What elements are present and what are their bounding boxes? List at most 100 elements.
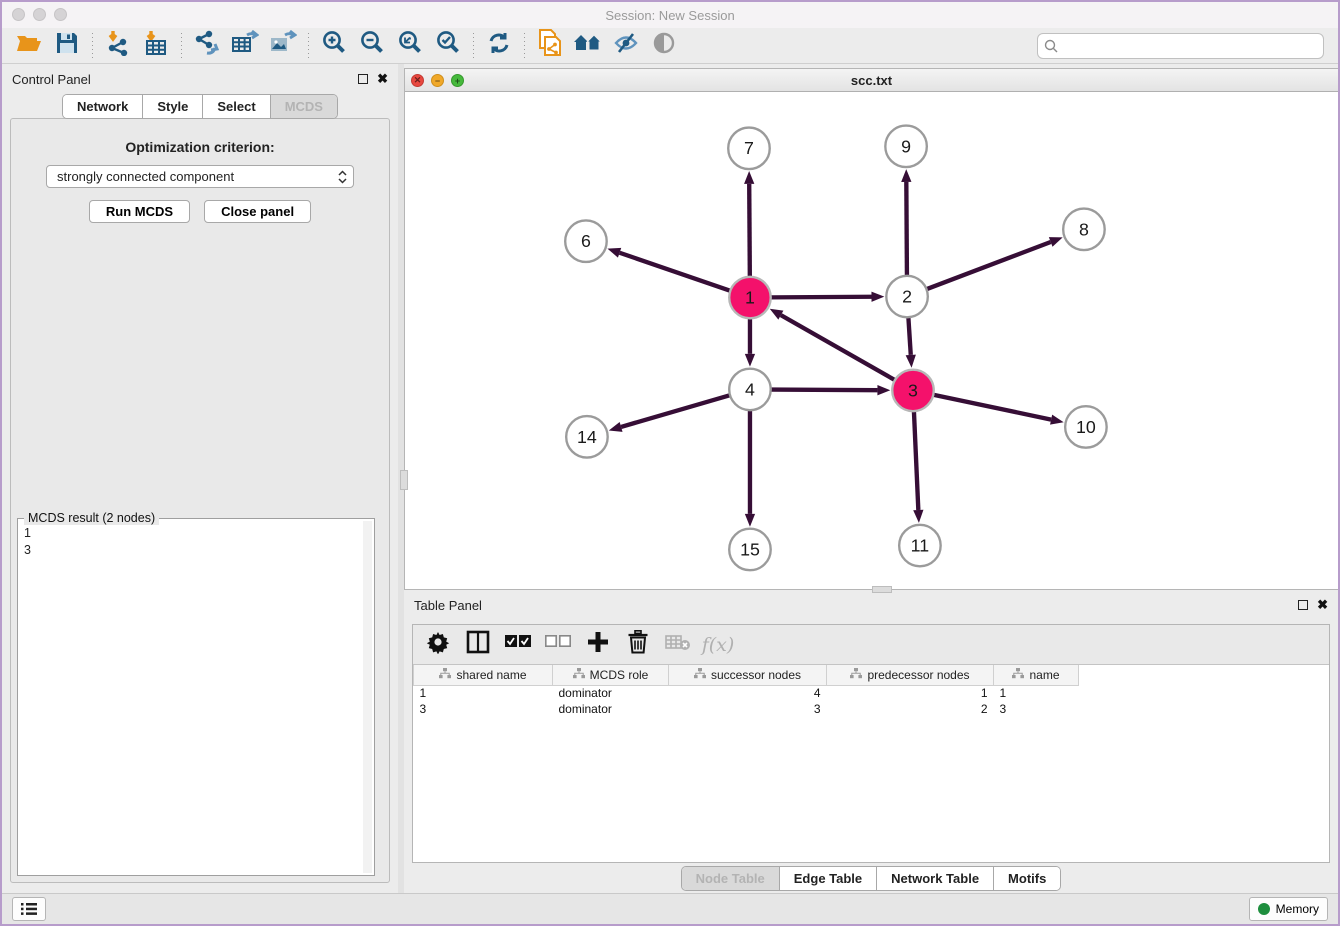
graph-node-4[interactable]: 4 bbox=[729, 369, 770, 410]
toolbar-separator bbox=[473, 33, 474, 59]
import-network-button[interactable] bbox=[99, 31, 137, 61]
table-cell[interactable]: 2 bbox=[827, 701, 994, 717]
export-image-button[interactable] bbox=[264, 31, 302, 61]
graph-node-1[interactable]: 1 bbox=[729, 277, 770, 318]
optimization-criterion-select[interactable]: strongly connected component bbox=[46, 165, 354, 188]
close-table-panel-icon[interactable]: ✖ bbox=[1317, 600, 1328, 610]
graph-node-9[interactable]: 9 bbox=[885, 126, 926, 167]
graph-node-8[interactable]: 8 bbox=[1063, 209, 1104, 250]
edge-3-1[interactable] bbox=[781, 315, 895, 380]
maximize-window-button[interactable] bbox=[54, 8, 67, 21]
edge-3-11[interactable] bbox=[914, 411, 918, 510]
table-row[interactable]: 3dominator323 bbox=[414, 701, 1079, 717]
refresh-button[interactable] bbox=[480, 31, 518, 61]
export-table-button[interactable] bbox=[226, 31, 264, 61]
column-header-name[interactable]: name bbox=[994, 665, 1079, 685]
edge-3-10[interactable] bbox=[933, 395, 1051, 420]
gear-button[interactable] bbox=[423, 630, 453, 660]
edge-2-3[interactable] bbox=[908, 317, 910, 355]
split-panel-button[interactable] bbox=[463, 630, 493, 660]
graph-node-14[interactable]: 14 bbox=[566, 416, 607, 457]
graph-node-15[interactable]: 15 bbox=[729, 529, 770, 570]
edge-4-14[interactable] bbox=[621, 395, 730, 427]
tab-mcds[interactable]: MCDS bbox=[271, 95, 337, 118]
search-input[interactable] bbox=[1037, 33, 1324, 59]
graph-node-11[interactable]: 11 bbox=[899, 525, 940, 566]
svg-text:9: 9 bbox=[901, 136, 911, 156]
run-mcds-button[interactable]: Run MCDS bbox=[89, 200, 190, 223]
tab-network[interactable]: Network bbox=[63, 95, 143, 118]
edge-1-2[interactable] bbox=[771, 297, 872, 298]
tab-node-table[interactable]: Node Table bbox=[682, 867, 780, 890]
hide-details-button[interactable] bbox=[607, 31, 645, 61]
import-table-button[interactable] bbox=[137, 31, 175, 61]
graph-node-3[interactable]: 3 bbox=[892, 370, 933, 411]
table-cell[interactable]: dominator bbox=[553, 685, 669, 701]
tab-motifs[interactable]: Motifs bbox=[994, 867, 1060, 890]
tab-network-table[interactable]: Network Table bbox=[877, 867, 994, 890]
horizontal-splitter-handle[interactable] bbox=[872, 586, 892, 593]
float-panel-icon[interactable] bbox=[358, 74, 368, 84]
column-header-successor-nodes[interactable]: successor nodes bbox=[669, 665, 827, 685]
network-maximize-button[interactable]: + bbox=[451, 74, 464, 87]
edge-1-6[interactable] bbox=[620, 253, 731, 291]
add-column-button[interactable] bbox=[583, 630, 613, 660]
tab-select[interactable]: Select bbox=[203, 95, 270, 118]
memory-button[interactable]: Memory bbox=[1249, 897, 1328, 921]
table-cell[interactable]: dominator bbox=[553, 701, 669, 717]
open-folder-button[interactable] bbox=[10, 31, 48, 61]
show-details-button[interactable] bbox=[645, 31, 683, 61]
edge-4-3[interactable] bbox=[771, 390, 878, 391]
table-cell[interactable]: 1 bbox=[827, 685, 994, 701]
zoom-selected-button[interactable] bbox=[429, 31, 467, 61]
float-table-panel-icon[interactable] bbox=[1298, 600, 1308, 610]
vertical-splitter-handle[interactable] bbox=[400, 470, 408, 490]
graph-node-2[interactable]: 2 bbox=[886, 276, 927, 317]
network-minimize-button[interactable]: − bbox=[431, 74, 444, 87]
export-network-button[interactable] bbox=[188, 31, 226, 61]
table-row[interactable]: 1dominator411 bbox=[414, 685, 1079, 701]
network-canvas[interactable]: 7 9 6 8 1 2 4 3 14 10 15 11 bbox=[405, 92, 1338, 589]
table-cell[interactable]: 3 bbox=[669, 701, 827, 717]
hierarchy-icon bbox=[1012, 668, 1024, 682]
minimize-window-button[interactable] bbox=[33, 8, 46, 21]
table-cell[interactable]: 4 bbox=[669, 685, 827, 701]
close-panel-button[interactable]: Close panel bbox=[204, 200, 311, 223]
table-cell[interactable]: 1 bbox=[994, 685, 1079, 701]
column-header-MCDS-role[interactable]: MCDS role bbox=[553, 665, 669, 685]
tab-style[interactable]: Style bbox=[143, 95, 203, 118]
window-controls[interactable] bbox=[12, 8, 67, 21]
close-panel-icon[interactable]: ✖ bbox=[377, 74, 388, 84]
edge-2-9[interactable] bbox=[906, 182, 907, 276]
home-button[interactable] bbox=[569, 31, 607, 61]
zoom-in-button[interactable] bbox=[315, 31, 353, 61]
mcds-result-text[interactable]: 1 3 bbox=[18, 519, 363, 875]
column-header-predecessor-nodes[interactable]: predecessor nodes bbox=[827, 665, 994, 685]
deselect-all-button[interactable] bbox=[543, 630, 573, 660]
graph-node-7[interactable]: 7 bbox=[728, 128, 769, 169]
node-table[interactable]: shared nameMCDS rolesuccessor nodesprede… bbox=[413, 665, 1329, 862]
column-header-shared-name[interactable]: shared name bbox=[414, 665, 553, 685]
trash-button[interactable] bbox=[623, 630, 653, 660]
select-all-button[interactable] bbox=[503, 630, 533, 660]
graph-node-6[interactable]: 6 bbox=[565, 220, 606, 261]
network-close-button[interactable]: ✕ bbox=[411, 74, 424, 87]
zoom-fit-button[interactable] bbox=[391, 31, 429, 61]
function-fx-button: f(x) bbox=[703, 630, 733, 660]
table-cell[interactable]: 1 bbox=[414, 685, 553, 701]
network-document-button[interactable] bbox=[531, 31, 569, 61]
export-network-icon bbox=[193, 30, 221, 61]
save-button[interactable] bbox=[48, 31, 86, 61]
zoom-out-button[interactable] bbox=[353, 31, 391, 61]
table-cell[interactable]: 3 bbox=[414, 701, 553, 717]
graph-node-10[interactable]: 10 bbox=[1065, 406, 1106, 447]
edge-2-8[interactable] bbox=[926, 242, 1050, 289]
result-scrollbar[interactable] bbox=[363, 521, 372, 873]
close-window-button[interactable] bbox=[12, 8, 25, 21]
edge-1-7[interactable] bbox=[749, 184, 750, 277]
task-history-button[interactable] bbox=[12, 897, 46, 921]
network-graph[interactable]: 7 9 6 8 1 2 4 3 14 10 15 11 bbox=[405, 92, 1338, 589]
table-cell[interactable]: 3 bbox=[994, 701, 1079, 717]
main-area: Control Panel ✖ NetworkStyleSelectMCDS O… bbox=[2, 64, 1338, 893]
tab-edge-table[interactable]: Edge Table bbox=[780, 867, 877, 890]
